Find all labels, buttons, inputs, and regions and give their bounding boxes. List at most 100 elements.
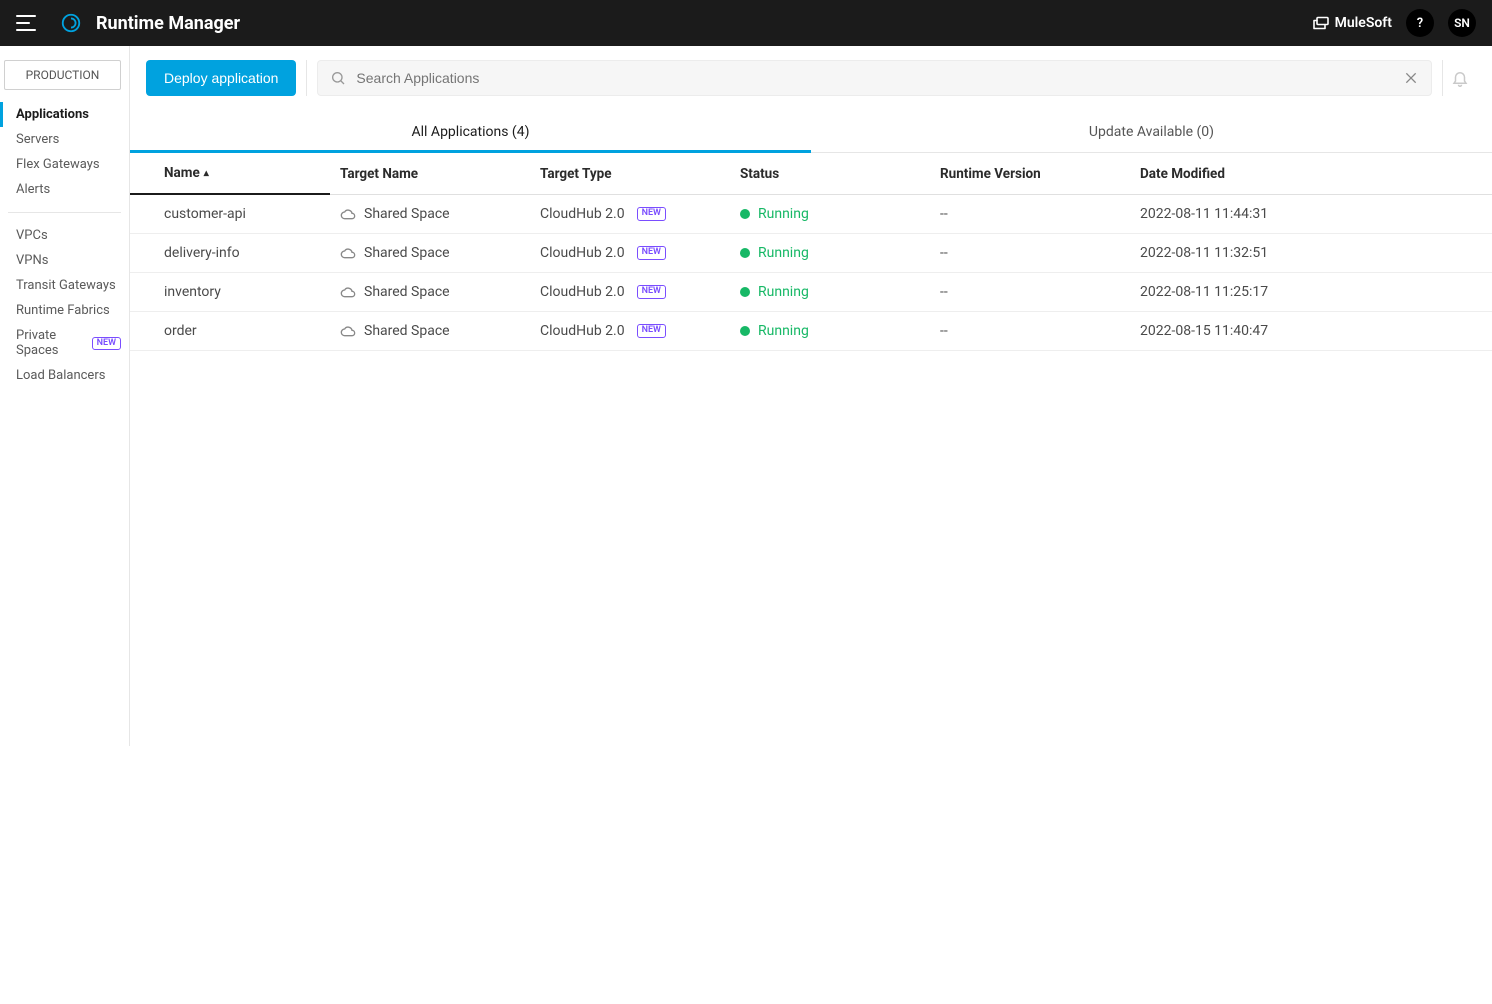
- sidebar-item-label: VPCs: [16, 228, 48, 243]
- new-badge: NEW: [637, 207, 666, 221]
- target-name-text: Shared Space: [364, 245, 450, 261]
- sidebar-item-vpcs[interactable]: VPCs: [0, 223, 129, 248]
- sidebar-item-label: Private Spaces: [16, 328, 86, 358]
- target-name-text: Shared Space: [364, 284, 450, 300]
- app-title: Runtime Manager: [96, 13, 240, 34]
- cell-runtime-version: --: [930, 195, 1130, 233]
- cell-date-modified: 2022-08-11 11:32:51: [1130, 234, 1492, 272]
- sidebar-item-vpns[interactable]: VPNs: [0, 248, 129, 273]
- target-type-text: CloudHub 2.0: [540, 206, 625, 222]
- cell-date-modified: 2022-08-15 11:40:47: [1130, 312, 1492, 350]
- target-name-text: Shared Space: [364, 206, 450, 222]
- applications-table: Name ▴ Target Name Target Type Status Ru…: [130, 153, 1492, 351]
- cell-app-name: delivery-info: [130, 234, 330, 272]
- cell-target-type: CloudHub 2.0 NEW: [530, 234, 730, 272]
- cell-target-type: CloudHub 2.0NEW: [530, 273, 730, 311]
- user-avatar[interactable]: SN: [1448, 9, 1476, 37]
- cell-status: Running: [730, 312, 930, 350]
- application-name-link[interactable]: delivery-info: [164, 245, 240, 261]
- status-indicator-icon: [740, 287, 750, 297]
- cell-runtime-version: --: [930, 234, 1130, 272]
- status-indicator-icon: [740, 248, 750, 258]
- application-name-link[interactable]: order: [164, 323, 197, 339]
- table-row[interactable]: inventory Shared Space CloudHub 2.0NEW Runn…: [130, 273, 1492, 312]
- sidebar-item-load-balancers[interactable]: Load Balancers: [0, 363, 129, 388]
- table-header: Name ▴ Target Name Target Type Status Ru…: [130, 153, 1492, 195]
- target-type-text: CloudHub 2.0: [540, 284, 625, 300]
- column-header-date-modified[interactable]: Date Modified: [1130, 153, 1492, 194]
- help-button[interactable]: ?: [1406, 9, 1434, 37]
- cell-target-name: Shared Space: [330, 234, 530, 272]
- cloud-icon: [340, 325, 356, 337]
- deploy-application-button[interactable]: Deploy application: [146, 60, 296, 96]
- search-box: [317, 60, 1432, 96]
- column-header-target-type[interactable]: Target Type: [530, 153, 730, 194]
- cell-target-name: Shared Space: [330, 195, 530, 233]
- target-name-text: Shared Space: [364, 323, 450, 339]
- sort-ascending-icon: ▴: [204, 168, 209, 179]
- target-type-text: CloudHub 2.0: [540, 245, 625, 261]
- sidebar-item-servers[interactable]: Servers: [0, 127, 129, 152]
- cell-runtime-version: --: [930, 312, 1130, 350]
- cloud-icon: [340, 247, 356, 259]
- status-text: Running: [758, 206, 809, 222]
- cloud-icon: [340, 286, 356, 298]
- topbar: Runtime Manager MuleSoft ? SN: [0, 0, 1492, 46]
- brand-switcher[interactable]: MuleSoft: [1313, 15, 1392, 31]
- cell-date-modified: 2022-08-11 11:25:17: [1130, 273, 1492, 311]
- sidebar-item-label: Runtime Fabrics: [16, 303, 110, 318]
- main-content: Deploy application All Applications (4) …: [130, 46, 1492, 1004]
- mulesoft-icon: [1313, 16, 1329, 30]
- brand-label: MuleSoft: [1335, 15, 1392, 31]
- sidebar-item-flex-gateways[interactable]: Flex Gateways: [0, 152, 129, 177]
- status-indicator-icon: [740, 209, 750, 219]
- environment-selector[interactable]: PRODUCTION: [4, 60, 121, 90]
- runtime-logo-icon: [60, 12, 82, 34]
- sidebar: PRODUCTION ApplicationsServersFlex Gatew…: [0, 46, 130, 746]
- application-name-link[interactable]: customer-api: [164, 206, 246, 222]
- sidebar-item-alerts[interactable]: Alerts: [0, 177, 129, 202]
- application-name-link[interactable]: inventory: [164, 284, 221, 300]
- column-header-runtime-version[interactable]: Runtime Version: [930, 153, 1130, 194]
- cell-runtime-version: --: [930, 273, 1130, 311]
- column-header-name[interactable]: Name ▴: [130, 153, 330, 195]
- bell-icon: [1451, 69, 1469, 87]
- sidebar-item-label: VPNs: [16, 253, 48, 268]
- cell-date-modified: 2022-08-11 11:44:31: [1130, 195, 1492, 233]
- target-type-text: CloudHub 2.0: [540, 323, 625, 339]
- column-label: Name: [164, 165, 200, 181]
- new-badge: NEW: [92, 337, 121, 350]
- new-badge: NEW: [637, 324, 666, 338]
- column-header-status[interactable]: Status: [730, 153, 930, 194]
- notifications-button[interactable]: [1442, 60, 1476, 96]
- search-input[interactable]: [356, 70, 1393, 86]
- cell-target-type: CloudHub 2.0 NEW: [530, 312, 730, 350]
- new-badge: NEW: [637, 246, 666, 260]
- clear-search-icon[interactable]: [1403, 70, 1419, 86]
- sidebar-item-private-spaces[interactable]: Private Spaces NEW: [0, 323, 129, 363]
- menu-icon[interactable]: [16, 11, 40, 35]
- cell-target-type: CloudHub 2.0 NEW: [530, 195, 730, 233]
- sidebar-item-runtime-fabrics[interactable]: Runtime Fabrics: [0, 298, 129, 323]
- status-text: Running: [758, 323, 809, 339]
- cell-target-name: Shared Space: [330, 273, 530, 311]
- column-header-target-name[interactable]: Target Name: [330, 153, 530, 194]
- cell-target-name: Shared Space: [330, 312, 530, 350]
- sidebar-item-label: Load Balancers: [16, 368, 105, 383]
- table-row[interactable]: delivery-info Shared Space CloudHub 2.0 NEW…: [130, 234, 1492, 273]
- help-icon: ?: [1417, 16, 1423, 31]
- table-row[interactable]: order Shared Space CloudHub 2.0 NEW Running -…: [130, 312, 1492, 351]
- cell-app-name: order: [130, 312, 330, 350]
- status-text: Running: [758, 284, 809, 300]
- sidebar-item-transit-gateways[interactable]: Transit Gateways: [0, 273, 129, 298]
- sidebar-item-label: Transit Gateways: [16, 278, 116, 293]
- cell-app-name: inventory: [130, 273, 330, 311]
- table-row[interactable]: customer-api Shared Space CloudHub 2.0 NEW R…: [130, 195, 1492, 234]
- tabs: All Applications (4) Update Available (0…: [130, 114, 1492, 153]
- search-icon: [330, 70, 346, 86]
- tab-all-applications[interactable]: All Applications (4): [130, 114, 811, 152]
- sidebar-item-applications[interactable]: Applications: [0, 102, 129, 127]
- sidebar-divider: [8, 212, 121, 213]
- status-indicator-icon: [740, 326, 750, 336]
- tab-update-available[interactable]: Update Available (0): [811, 114, 1492, 152]
